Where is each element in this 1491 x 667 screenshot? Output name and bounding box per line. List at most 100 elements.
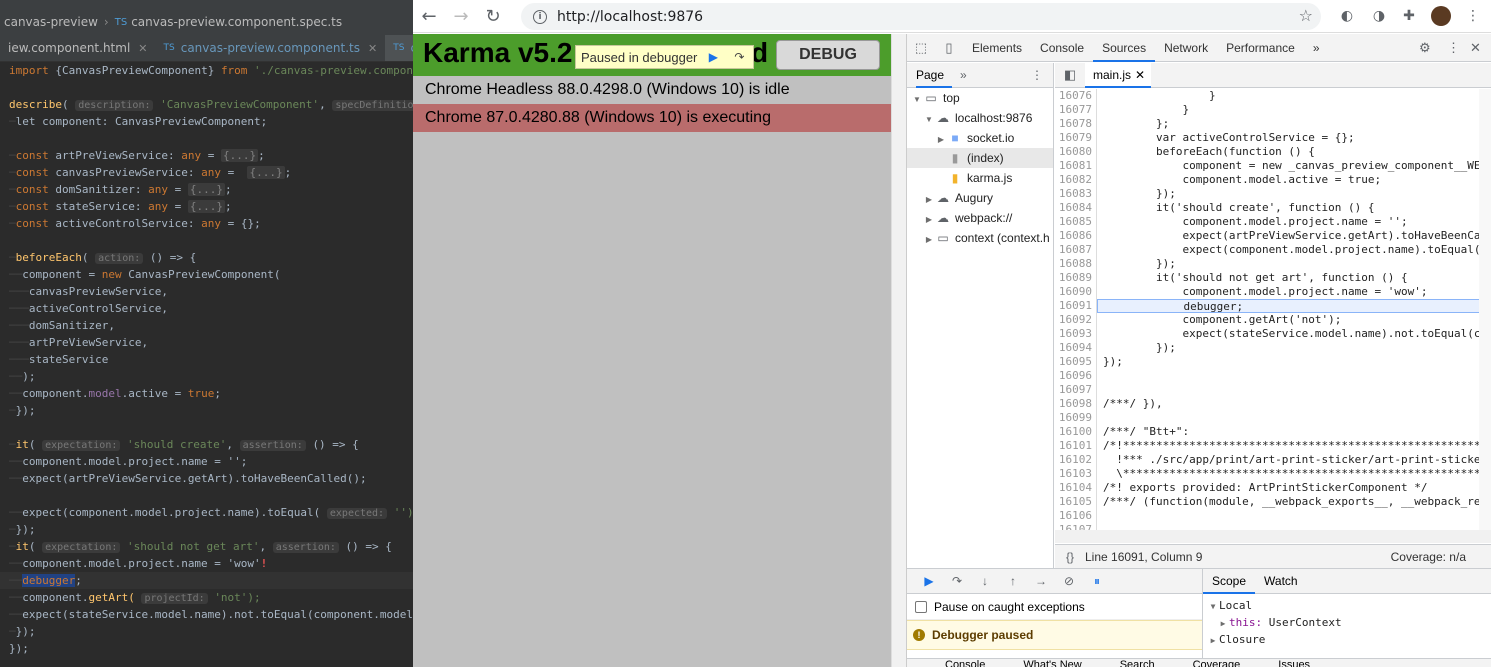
ide-tab-component-ts[interactable]: TS canvas-preview.component.ts ✕ bbox=[156, 35, 386, 61]
pretty-print-icon[interactable]: {} bbox=[1055, 550, 1085, 564]
step-into-icon[interactable]: ↓ bbox=[971, 574, 999, 588]
ide-tab-spec-ts[interactable]: TS canvas-pre bbox=[385, 35, 413, 61]
error-bulb-icon[interactable]: ! bbox=[261, 557, 268, 570]
tab-page[interactable]: Page bbox=[916, 63, 953, 88]
line-number[interactable]: 16076 bbox=[1055, 89, 1097, 103]
tree-item-top[interactable]: ▼ ▭ top bbox=[907, 88, 1053, 108]
drawer-tab[interactable]: Search bbox=[1120, 659, 1155, 667]
address-bar[interactable]: i http://localhost:9876 ☆ bbox=[521, 3, 1321, 30]
kebab-menu-icon[interactable]: ⋮ bbox=[1031, 68, 1043, 82]
tab-console[interactable]: Console bbox=[1031, 34, 1093, 62]
line-number[interactable]: 16105 bbox=[1055, 495, 1097, 509]
extension-icon[interactable]: ◐ bbox=[1337, 6, 1357, 26]
tab-elements[interactable]: Elements bbox=[963, 34, 1031, 62]
tree-item-augury[interactable]: ▶ ☁ Augury bbox=[907, 188, 1053, 208]
scope-this[interactable]: ▶ this: UserContext bbox=[1203, 614, 1491, 631]
page-scrollbar[interactable] bbox=[891, 34, 906, 667]
tree-item-localhost[interactable]: ▼ ☁ localhost:9876 bbox=[907, 108, 1053, 128]
line-number[interactable]: 16090 bbox=[1055, 285, 1097, 299]
drawer-tab[interactable]: Issues bbox=[1278, 659, 1310, 667]
tree-item-index[interactable]: ▮ (index) bbox=[907, 148, 1053, 168]
checkbox[interactable] bbox=[915, 600, 927, 613]
close-icon[interactable]: ✕ bbox=[1135, 68, 1145, 82]
tab-sources[interactable]: Sources bbox=[1093, 34, 1156, 62]
deactivate-breakpoints-icon[interactable]: ⊘ bbox=[1055, 574, 1083, 588]
scope-local[interactable]: ▼ Local bbox=[1203, 597, 1491, 614]
toggle-sidebar-icon[interactable]: ◧ bbox=[1055, 67, 1085, 83]
pause-on-exceptions-icon[interactable]: ⏸ bbox=[1083, 574, 1111, 589]
kebab-menu-icon[interactable]: ⋮ bbox=[1463, 6, 1483, 26]
editor-vertical-scrollbar[interactable] bbox=[1479, 89, 1491, 530]
breadcrumb-file[interactable]: canvas-preview.component.spec.ts bbox=[131, 15, 342, 29]
breadcrumb-folder[interactable]: canvas-preview bbox=[4, 15, 98, 29]
info-icon[interactable]: i bbox=[533, 9, 547, 24]
line-number[interactable]: 16080 bbox=[1055, 145, 1097, 159]
close-icon[interactable]: ✕ bbox=[1470, 40, 1481, 56]
line-number[interactable]: 16098 bbox=[1055, 397, 1097, 411]
line-number[interactable]: 16107 bbox=[1055, 523, 1097, 530]
gear-icon[interactable]: ⚙ bbox=[1419, 40, 1431, 56]
pause-on-caught-exceptions[interactable]: Pause on caught exceptions bbox=[907, 594, 1202, 620]
resume-icon[interactable]: ▶︎ bbox=[915, 574, 943, 588]
tab-watch[interactable]: Watch bbox=[1255, 569, 1307, 594]
tree-item-webpack[interactable]: ▶ ☁ webpack:// bbox=[907, 208, 1053, 228]
kebab-menu-icon[interactable]: ⋮ bbox=[1447, 40, 1460, 56]
ide-tab-html[interactable]: iew.component.html ✕ bbox=[0, 35, 156, 61]
avatar[interactable] bbox=[1431, 6, 1451, 26]
close-icon[interactable]: ✕ bbox=[368, 42, 377, 55]
back-arrow-icon[interactable]: ← bbox=[413, 0, 445, 33]
line-number[interactable]: 16100 bbox=[1055, 425, 1097, 439]
line-number[interactable]: 16085 bbox=[1055, 215, 1097, 229]
inspect-element-icon[interactable]: ⬚ bbox=[907, 40, 935, 56]
step-out-icon[interactable]: ↑ bbox=[999, 574, 1027, 588]
tree-item-context[interactable]: ▶ ▭ context (context.h bbox=[907, 228, 1053, 248]
tab-performance[interactable]: Performance bbox=[1217, 34, 1304, 62]
line-number[interactable]: 16103 bbox=[1055, 467, 1097, 481]
line-number[interactable]: 16106 bbox=[1055, 509, 1097, 523]
line-number[interactable]: 16087 bbox=[1055, 243, 1097, 257]
line-number[interactable]: 16093 bbox=[1055, 327, 1097, 341]
line-number[interactable]: 16083 bbox=[1055, 187, 1097, 201]
step-over-icon[interactable]: ↷ bbox=[729, 50, 749, 64]
editor-tab-main-js[interactable]: main.js ✕ bbox=[1085, 62, 1152, 88]
drawer-tab[interactable]: Coverage bbox=[1193, 659, 1241, 667]
line-number[interactable]: 16091 bbox=[1055, 299, 1097, 313]
step-icon[interactable]: → bbox=[1027, 574, 1055, 588]
line-number[interactable]: 16092 bbox=[1055, 313, 1097, 327]
drawer-tab[interactable]: Console bbox=[945, 659, 985, 667]
more-tabs-icon[interactable]: » bbox=[1304, 34, 1329, 62]
forward-arrow-icon[interactable]: → bbox=[445, 0, 477, 33]
tree-item-socketio[interactable]: ▶ ■ socket.io bbox=[907, 128, 1053, 148]
line-number[interactable]: 16088 bbox=[1055, 257, 1097, 271]
step-over-icon[interactable]: ↷ bbox=[943, 574, 971, 588]
bookmark-star-icon[interactable]: ☆ bbox=[1299, 6, 1313, 25]
debug-button[interactable]: DEBUG bbox=[776, 40, 880, 70]
line-number[interactable]: 16099 bbox=[1055, 411, 1097, 425]
puzzle-extensions-icon[interactable]: ✚ bbox=[1399, 6, 1419, 26]
line-number[interactable]: 16082 bbox=[1055, 173, 1097, 187]
line-number[interactable]: 16104 bbox=[1055, 481, 1097, 495]
line-number[interactable]: 16101 bbox=[1055, 439, 1097, 453]
line-number[interactable]: 16078 bbox=[1055, 117, 1097, 131]
line-number[interactable]: 16086 bbox=[1055, 229, 1097, 243]
line-number[interactable]: 16077 bbox=[1055, 103, 1097, 117]
more-tabs-icon[interactable]: » bbox=[960, 68, 967, 82]
ide-code-editor[interactable]: import {CanvasPreviewComponent} from './… bbox=[0, 62, 413, 657]
close-icon[interactable]: ✕ bbox=[138, 42, 147, 55]
line-number[interactable]: 16095 bbox=[1055, 355, 1097, 369]
reload-icon[interactable]: ↻ bbox=[477, 0, 509, 33]
line-number[interactable]: 16096 bbox=[1055, 369, 1097, 383]
line-number[interactable]: 16084 bbox=[1055, 201, 1097, 215]
line-number[interactable]: 16079 bbox=[1055, 131, 1097, 145]
line-number[interactable]: 16081 bbox=[1055, 159, 1097, 173]
tab-network[interactable]: Network bbox=[1155, 34, 1217, 62]
line-number[interactable]: 16094 bbox=[1055, 341, 1097, 355]
line-number[interactable]: 16089 bbox=[1055, 271, 1097, 285]
dark-mode-icon[interactable]: ◑ bbox=[1369, 6, 1389, 26]
drawer-tab[interactable]: What's New bbox=[1023, 659, 1081, 667]
line-number[interactable]: 16102 bbox=[1055, 453, 1097, 467]
scope-closure[interactable]: ▶ Closure bbox=[1203, 631, 1491, 648]
line-number[interactable]: 16097 bbox=[1055, 383, 1097, 397]
device-toggle-icon[interactable]: ▯ bbox=[935, 40, 963, 56]
code-view[interactable]: 16076 } 16077 } 16078 }; 16079 var activeCo… bbox=[1055, 89, 1491, 530]
